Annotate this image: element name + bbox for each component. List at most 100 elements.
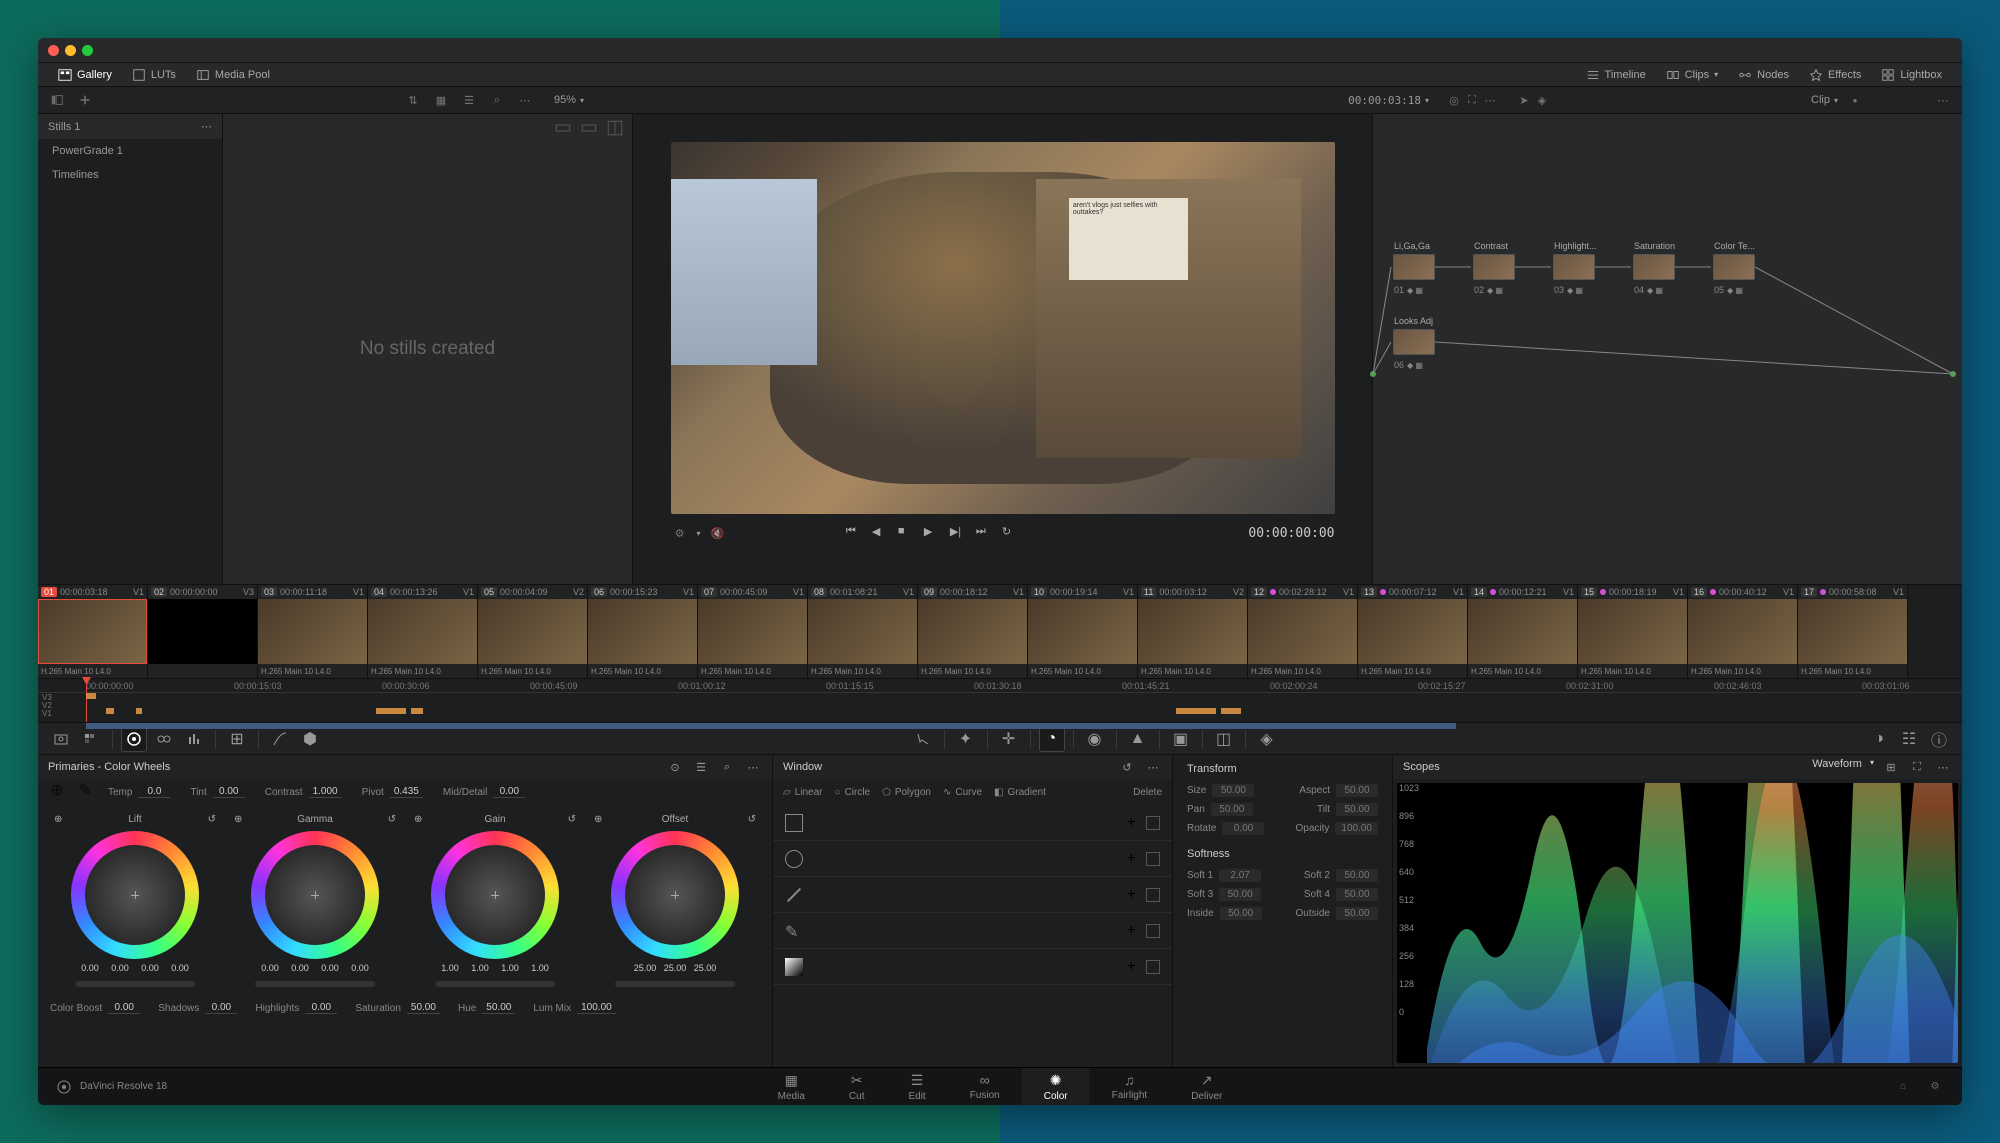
hue-value[interactable]: 50.00 (482, 1002, 515, 1014)
clip-thumbnail[interactable] (1798, 599, 1907, 664)
clip-thumbnail[interactable] (1138, 599, 1247, 664)
plus-icon[interactable]: + (1127, 958, 1136, 976)
wheel-slider[interactable] (435, 981, 555, 987)
node-graph[interactable]: Li,Ga,Ga01 ◆ ▦ Contrast02 ◆ ▦ Highlight...… (1372, 114, 1962, 584)
color-wheel[interactable] (611, 831, 739, 959)
clip-03[interactable]: 0300:00:11:18V1H.265 Main 10 L4.0 (258, 585, 368, 678)
wheel-values[interactable]: 0.000.000.000.00 (76, 963, 194, 973)
node-03[interactable]: Highlight...03 ◆ ▦ (1553, 254, 1595, 280)
sidebar-toggle[interactable] (48, 91, 66, 109)
home-button[interactable]: ⌂ (1894, 1078, 1912, 1096)
gallery-view-3[interactable]: ◫ (606, 118, 624, 136)
clip-thumbnail[interactable] (368, 599, 477, 664)
toggle-icon[interactable] (1146, 888, 1160, 902)
opacity-value[interactable]: 100.00 (1335, 822, 1378, 835)
gallery-view-2[interactable]: ▭ (580, 118, 598, 136)
prev-frame-button[interactable]: ◀ (872, 525, 888, 541)
wheel-slider[interactable] (75, 981, 195, 987)
shape-row-gradient[interactable]: + (773, 949, 1172, 985)
wheel-picker-icon[interactable]: ⊕ (414, 814, 422, 825)
rotate-value[interactable]: 0.00 (1222, 822, 1264, 835)
wheel-reset-icon[interactable]: ↺ (568, 814, 576, 825)
lummix-value[interactable]: 100.00 (577, 1002, 616, 1014)
window-reset[interactable]: ↺ (1118, 758, 1136, 776)
color-wheel[interactable] (71, 831, 199, 959)
maximize-button[interactable] (82, 45, 93, 56)
toggle-icon[interactable] (1146, 852, 1160, 866)
size-value[interactable]: 50.00 (1212, 784, 1254, 797)
gallery-tab[interactable]: Gallery (48, 63, 122, 86)
node-01[interactable]: Li,Ga,Ga01 ◆ ▦ (1393, 254, 1435, 280)
middetail-value[interactable]: 0.00 (493, 786, 525, 798)
node-tool[interactable]: ◈ (1533, 91, 1551, 109)
mini-timeline[interactable]: 00:00:00:0000:00:15:0300:00:30:0600:00:4… (38, 678, 1962, 722)
more-button[interactable]: ⋯ (516, 91, 534, 109)
nodes-tab[interactable]: Nodes (1728, 63, 1799, 86)
clip-thumbnail[interactable] (1468, 599, 1577, 664)
contrast-value[interactable]: 1.000 (309, 786, 342, 798)
more-icon[interactable]: ⋯ (201, 120, 212, 133)
loop-button[interactable]: ↻ (1002, 525, 1018, 541)
clip-thumbnail[interactable] (918, 599, 1027, 664)
toggle-icon[interactable] (1146, 816, 1160, 830)
page-color[interactable]: ✺Color (1022, 1068, 1090, 1106)
auto-balance-button[interactable]: ⊕ (48, 781, 66, 799)
toggle-icon[interactable] (1146, 960, 1160, 974)
shape-row-pen[interactable]: ✎+ (773, 913, 1172, 949)
clip-17[interactable]: 1700:00:58:08V1H.265 Main 10 L4.0 (1798, 585, 1908, 678)
scopes-settings[interactable]: ⊞ (1882, 758, 1900, 776)
page-fairlight[interactable]: ♫Fairlight (1090, 1068, 1170, 1106)
circle-tool[interactable]: ○Circle (835, 787, 871, 798)
clip-15[interactable]: 1500:00:18:19V1H.265 Main 10 L4.0 (1578, 585, 1688, 678)
clip-thumbnail[interactable] (1688, 599, 1797, 664)
clip-thumbnail[interactable] (1358, 599, 1467, 664)
node-mode[interactable]: Clip (1811, 94, 1830, 106)
clip-11[interactable]: 1100:00:03:12V2H.265 Main 10 L4.0 (1138, 585, 1248, 678)
waveform-scope[interactable]: 10238967686405123842561280 (1397, 783, 1958, 1063)
picker-button[interactable]: ✎ (76, 781, 94, 799)
sidebar-timelines[interactable]: Timelines (38, 163, 222, 187)
effects-tab[interactable]: Effects (1799, 63, 1871, 86)
shape-row-circle[interactable]: + (773, 841, 1172, 877)
tilt-value[interactable]: 50.00 (1336, 803, 1378, 816)
playback-timecode[interactable]: 00:00:00:00 (1248, 526, 1334, 541)
wheel-picker-icon[interactable]: ⊕ (234, 814, 242, 825)
clip-06[interactable]: 0600:00:15:23V1H.265 Main 10 L4.0 (588, 585, 698, 678)
aspect-value[interactable]: 50.00 (1336, 784, 1378, 797)
wheel-picker-icon[interactable]: ⊕ (594, 814, 602, 825)
clip-thumbnail[interactable] (698, 599, 807, 664)
zoom-level[interactable]: 95% (554, 94, 576, 106)
clip-05[interactable]: 0500:00:04:09V2H.265 Main 10 L4.0 (478, 585, 588, 678)
gradient-tool[interactable]: ◧Gradient (994, 787, 1046, 798)
node-02[interactable]: Contrast02 ◆ ▦ (1473, 254, 1515, 280)
wheel-reset-icon[interactable]: ↺ (208, 814, 216, 825)
bars-mode-button[interactable]: ☰ (692, 758, 710, 776)
scopes-more[interactable]: ⋯ (1934, 758, 1952, 776)
scopes-expand[interactable]: ⛶ (1908, 758, 1926, 776)
shadows-value[interactable]: 0.00 (205, 1002, 237, 1014)
wheel-reset-icon[interactable]: ↺ (388, 814, 396, 825)
pivot-value[interactable]: 0.435 (390, 786, 423, 798)
clip-thumbnail[interactable] (588, 599, 697, 664)
first-frame-button[interactable]: ⏮ (846, 525, 862, 541)
next-frame-button[interactable]: ▶| (950, 525, 966, 541)
clip-09[interactable]: 0900:00:18:12V1H.265 Main 10 L4.0 (918, 585, 1028, 678)
clip-thumbnail[interactable] (1248, 599, 1357, 664)
camera-raw-tool[interactable] (48, 726, 74, 752)
shape-row-line[interactable]: + (773, 877, 1172, 913)
clip-thumbnail[interactable] (478, 599, 587, 664)
page-edit[interactable]: ☰Edit (886, 1068, 947, 1106)
page-deliver[interactable]: ↗Deliver (1169, 1068, 1244, 1106)
clip-thumbnail[interactable] (148, 599, 257, 664)
clip-thumbnail[interactable] (258, 599, 367, 664)
shape-row-rect[interactable]: + (773, 805, 1172, 841)
sidebar-powergrade[interactable]: PowerGrade 1 (38, 139, 222, 163)
close-button[interactable] (48, 45, 59, 56)
wheel-slider[interactable] (615, 981, 735, 987)
timeline-tab[interactable]: Timeline (1576, 63, 1656, 86)
clip-02[interactable]: 0200:00:00:00V3 (148, 585, 258, 678)
viewer-settings-icon[interactable]: ⚙ (671, 524, 689, 542)
lightbox-tab[interactable]: Lightbox (1871, 63, 1952, 86)
page-cut[interactable]: ✂Cut (827, 1068, 887, 1106)
clip-04[interactable]: 0400:00:13:26V1H.265 Main 10 L4.0 (368, 585, 478, 678)
